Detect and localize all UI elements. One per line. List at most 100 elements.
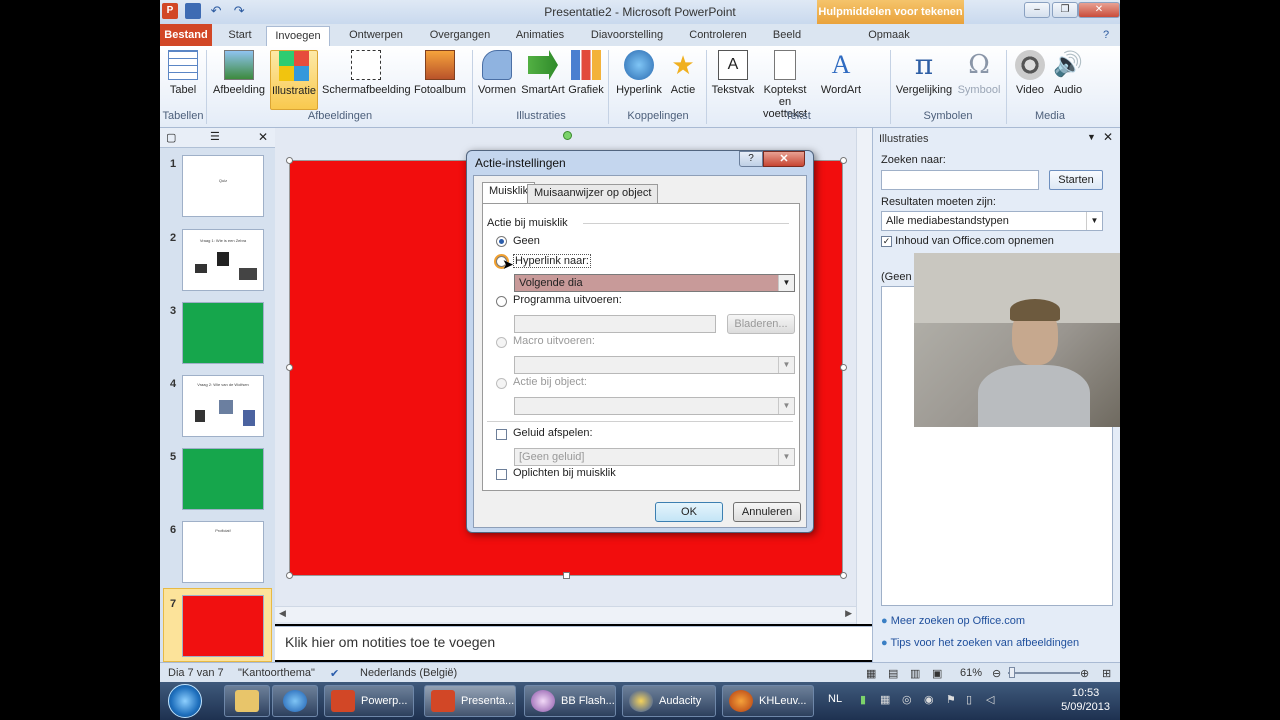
ok-button[interactable]: OK bbox=[655, 502, 723, 522]
resize-handle[interactable] bbox=[840, 157, 847, 164]
taskbar-item-firefox[interactable]: KHLeuv... bbox=[722, 685, 814, 717]
tray-battery-icon[interactable]: ▮ bbox=[860, 693, 866, 706]
tabel-button[interactable]: Tabel bbox=[164, 50, 202, 96]
dialog-close-button[interactable]: ✕ bbox=[763, 151, 805, 167]
fit-to-window-icon[interactable]: ⊞ bbox=[1102, 667, 1111, 680]
slide-thumbnail-1[interactable]: Quiz bbox=[182, 155, 264, 217]
close-pane-icon[interactable]: ✕ bbox=[258, 130, 268, 144]
slideshow-view-icon[interactable]: ▣ bbox=[932, 667, 942, 680]
zoom-level[interactable]: 61% bbox=[960, 667, 982, 679]
help-icon[interactable]: ? bbox=[1096, 26, 1116, 46]
close-icon[interactable]: ✕ bbox=[1103, 130, 1113, 144]
resize-handle[interactable] bbox=[286, 157, 293, 164]
radio-programma[interactable] bbox=[496, 296, 507, 307]
include-office-checkbox[interactable]: ✓ Inhoud van Office.com opnemen bbox=[881, 235, 1054, 247]
resize-handle[interactable] bbox=[840, 364, 847, 371]
grafiek-button[interactable]: Grafiek bbox=[566, 50, 606, 96]
outline-tab-icon[interactable]: ☰ bbox=[210, 130, 220, 143]
taskbar-item-powerpoint[interactable]: Powerp... bbox=[324, 685, 414, 717]
tab-beeld[interactable]: Beeld bbox=[764, 26, 810, 46]
vergelijking-button[interactable]: π Vergelijking bbox=[894, 50, 954, 97]
taskbar-item-presentatie[interactable]: Presenta... bbox=[424, 685, 516, 717]
zoom-slider[interactable] bbox=[1008, 672, 1080, 674]
tray-app-icon[interactable]: ▦ bbox=[880, 693, 890, 706]
clock[interactable]: 10:53 5/09/2013 bbox=[1061, 686, 1110, 714]
spellcheck-icon[interactable]: ✔ bbox=[330, 667, 339, 680]
tab-ontwerpen[interactable]: Ontwerpen bbox=[338, 26, 414, 46]
resize-handle[interactable] bbox=[286, 364, 293, 371]
tab-bestand[interactable]: Bestand bbox=[160, 24, 212, 46]
search-input[interactable] bbox=[881, 170, 1039, 190]
sound-checkbox[interactable] bbox=[496, 429, 507, 440]
chevron-down-icon[interactable]: ▼ bbox=[778, 275, 794, 291]
slide-thumbnail-5[interactable] bbox=[182, 448, 264, 510]
explorer-taskbar-icon[interactable] bbox=[224, 685, 270, 717]
fotoalbum-button[interactable]: Fotoalbum bbox=[412, 50, 468, 96]
rotation-handle[interactable] bbox=[563, 131, 572, 140]
resize-handle[interactable] bbox=[840, 572, 847, 579]
volume-icon[interactable]: ◁ bbox=[986, 693, 994, 706]
horizontal-scrollbar[interactable]: ◀ ▶ bbox=[275, 606, 856, 622]
checkbox-checked-icon[interactable]: ✓ bbox=[881, 235, 892, 247]
symbool-button[interactable]: Ω Symbool bbox=[956, 50, 1002, 96]
smartart-button[interactable]: SmartArt bbox=[520, 50, 566, 96]
chevron-down-icon[interactable]: ▼ bbox=[778, 357, 794, 373]
start-button[interactable] bbox=[168, 684, 202, 718]
slide-thumbnail-2[interactable]: Vraag 1: Wie is een Zebra bbox=[182, 229, 264, 291]
search-tips-link[interactable]: ● Tips voor het zoeken van afbeeldingen bbox=[881, 637, 1079, 649]
program-path-input[interactable] bbox=[514, 315, 716, 333]
cancel-button[interactable]: Annuleren bbox=[733, 502, 801, 522]
tray-app-icon[interactable]: ◎ bbox=[902, 693, 912, 706]
reading-view-icon[interactable]: ▥ bbox=[910, 667, 920, 680]
resize-handle[interactable] bbox=[563, 572, 570, 579]
network-icon[interactable]: ▯ bbox=[966, 693, 972, 706]
tab-overgangen[interactable]: Overgangen bbox=[422, 26, 498, 46]
dialog-help-button[interactable]: ? bbox=[739, 151, 763, 167]
scroll-right-icon[interactable]: ▶ bbox=[845, 608, 852, 619]
wordart-button[interactable]: A WordArt bbox=[816, 50, 866, 96]
browse-button[interactable]: Bladeren... bbox=[727, 314, 795, 334]
restore-button[interactable]: ❐ bbox=[1052, 2, 1078, 18]
vertical-scrollbar[interactable] bbox=[856, 128, 872, 624]
sound-select[interactable]: [Geen geluid] ▼ bbox=[514, 448, 795, 466]
actie-button[interactable]: ★ Actie bbox=[666, 50, 700, 96]
video-button[interactable]: Video bbox=[1012, 50, 1048, 96]
tab-muisaanwijzer[interactable]: Muisaanwijzer op object bbox=[527, 184, 659, 203]
tab-controleren[interactable]: Controleren bbox=[680, 26, 756, 46]
sorter-view-icon[interactable]: ▤ bbox=[888, 667, 898, 680]
chevron-down-icon[interactable]: ▼ bbox=[778, 398, 794, 414]
zoom-in-icon[interactable]: ⊕ bbox=[1080, 667, 1089, 680]
vormen-button[interactable]: Vormen bbox=[476, 50, 518, 96]
zoom-out-icon[interactable]: ⊖ bbox=[992, 667, 1001, 680]
object-action-select[interactable]: ▼ bbox=[514, 397, 795, 415]
notes-pane[interactable]: Klik hier om notities toe te voegen bbox=[275, 626, 872, 660]
radio-object-action[interactable] bbox=[496, 378, 507, 389]
chevron-down-icon[interactable]: ▼ bbox=[1086, 212, 1102, 230]
theme-name[interactable]: "Kantoorthema" bbox=[238, 667, 315, 679]
afbeelding-button[interactable]: Afbeelding bbox=[212, 50, 266, 96]
normal-view-icon[interactable]: ▦ bbox=[866, 667, 876, 680]
chevron-down-icon[interactable]: ▼ bbox=[1087, 132, 1096, 142]
ie-taskbar-icon[interactable] bbox=[272, 685, 318, 717]
tab-diavoorstelling[interactable]: Diavoorstelling bbox=[582, 26, 672, 46]
audio-button[interactable]: 🔊 Audio bbox=[1050, 50, 1086, 96]
tab-invoegen[interactable]: Invoegen bbox=[266, 26, 330, 46]
start-search-button[interactable]: Starten bbox=[1049, 170, 1103, 190]
illustratie-button[interactable]: Illustratie bbox=[270, 50, 318, 110]
tab-start[interactable]: Start bbox=[218, 26, 262, 46]
slide-thumbnail-7[interactable] bbox=[182, 595, 264, 657]
tekstvak-button[interactable]: A Tekstvak bbox=[710, 50, 756, 96]
tab-opmaak[interactable]: Opmaak bbox=[860, 26, 918, 46]
media-type-select[interactable]: Alle mediabestandstypen ▼ bbox=[881, 211, 1103, 231]
slide-thumbnail-6[interactable]: Proficiat! bbox=[182, 521, 264, 583]
slides-tab-icon[interactable]: ▢ bbox=[166, 131, 176, 144]
hyperlink-button[interactable]: Hyperlink bbox=[612, 50, 666, 96]
hyperlink-target-select[interactable]: Volgende dia ▼ bbox=[514, 274, 795, 292]
language-indicator[interactable]: Nederlands (België) bbox=[360, 667, 457, 679]
resize-handle[interactable] bbox=[286, 572, 293, 579]
scroll-left-icon[interactable]: ◀ bbox=[279, 608, 286, 619]
slide-thumbnail-4[interactable]: Vraag 2: Wie van de Wolfsen bbox=[182, 375, 264, 437]
tray-app-icon[interactable]: ◉ bbox=[924, 693, 934, 706]
radio-macro[interactable] bbox=[496, 337, 507, 348]
chevron-down-icon[interactable]: ▼ bbox=[778, 449, 794, 465]
